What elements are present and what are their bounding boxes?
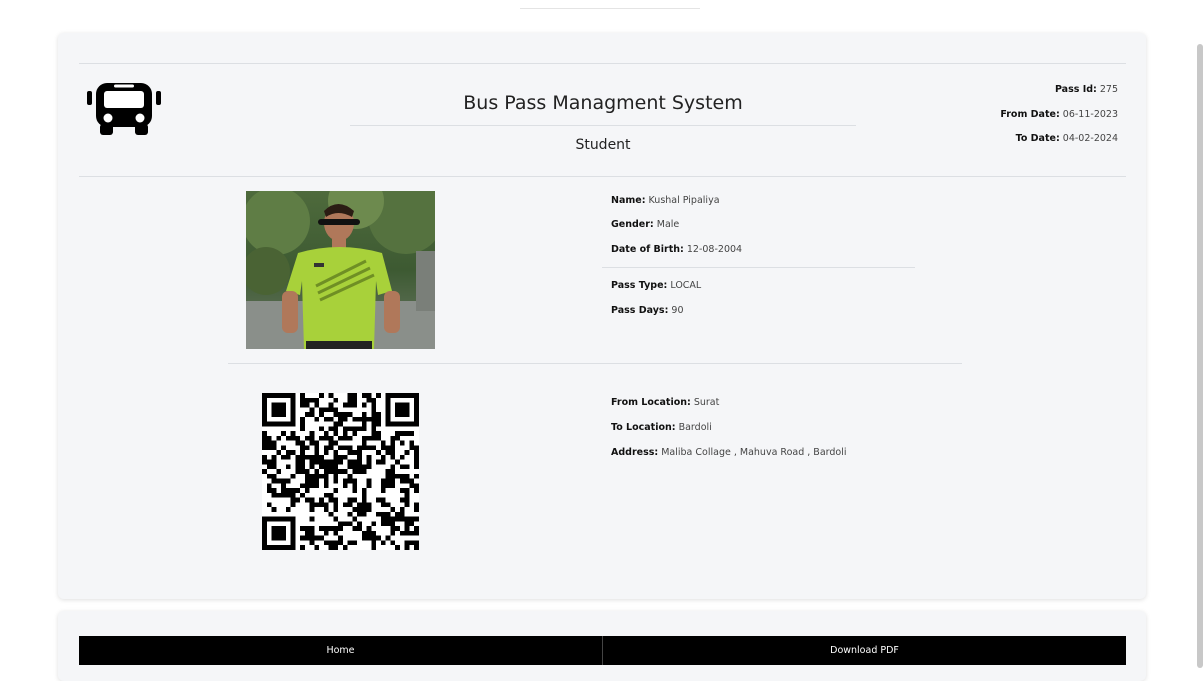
student-gender: Gender: Male (611, 219, 679, 230)
info-divider (602, 267, 915, 268)
address-value: Maliba Collage , Mahuva Road , Bardoli (661, 447, 847, 458)
name-label: Name: (611, 195, 646, 206)
gender-label: Gender: (611, 219, 654, 230)
qr-code (262, 393, 419, 550)
home-button[interactable]: Home (79, 636, 602, 665)
dob-value: 12-08-2004 (686, 244, 743, 255)
pass-days-value: 90 (671, 305, 684, 316)
scrollbar[interactable] (1196, 0, 1204, 677)
pass-type-label: Pass Type: (611, 280, 668, 291)
to-location-value: Bardoli (678, 422, 712, 433)
pass-id-label: Pass Id: (1054, 84, 1097, 95)
header-top-divider (79, 63, 1126, 64)
student-photo (246, 191, 435, 349)
from-location: From Location: Surat (611, 397, 719, 408)
name-value: Kushal Pipaliya (648, 195, 720, 206)
student-dob: Date of Birth: 12-08-2004 (611, 244, 742, 255)
pass-type: Pass Type: LOCAL (611, 280, 701, 291)
action-bar: Home Download PDF (79, 636, 1126, 665)
pass-card (58, 33, 1146, 599)
page-subtitle: Student (575, 137, 631, 153)
top-divider (520, 8, 700, 9)
pass-days-label: Pass Days: (611, 305, 669, 316)
page-title: Bus Pass Managment System (463, 92, 743, 114)
bus-icon (87, 83, 161, 135)
from-location-value: Surat (693, 397, 720, 408)
from-date-value: 06-11-2023 (1062, 109, 1118, 120)
address-label: Address: (611, 447, 659, 458)
dob-label: Date of Birth: (611, 244, 684, 255)
pass-id-value: 275 (1099, 84, 1118, 95)
download-pdf-button[interactable]: Download PDF (602, 636, 1126, 665)
to-date-label: To Date: (1015, 133, 1060, 144)
from-date-label: From Date: (1000, 109, 1060, 120)
student-name: Name: Kushal Pipaliya (611, 195, 720, 206)
scrollbar-thumb[interactable] (1197, 44, 1203, 668)
to-location: To Location: Bardoli (611, 422, 712, 433)
title-divider (350, 125, 856, 126)
header-bottom-divider (79, 176, 1126, 177)
pass-days: Pass Days: 90 (611, 305, 684, 316)
section-divider (228, 363, 962, 364)
pass-type-value: LOCAL (670, 280, 702, 291)
from-date: From Date: 06-11-2023 (1000, 109, 1118, 120)
gender-value: Male (656, 219, 680, 230)
address: Address: Maliba Collage , Mahuva Road , … (611, 447, 847, 458)
to-location-label: To Location: (611, 422, 676, 433)
from-location-label: From Location: (611, 397, 691, 408)
to-date-value: 04-02-2024 (1062, 133, 1118, 144)
to-date: To Date: 04-02-2024 (1016, 133, 1118, 144)
pass-id: Pass Id: 275 (1055, 84, 1118, 95)
